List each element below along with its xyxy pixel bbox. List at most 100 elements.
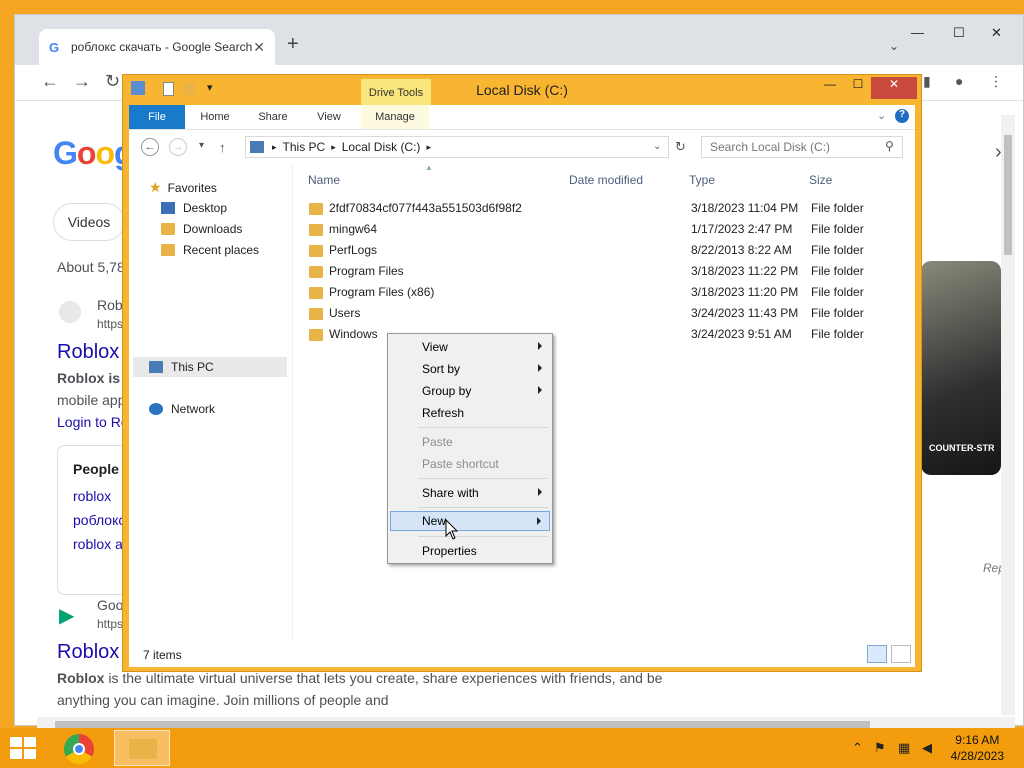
folder-icon [309, 265, 323, 278]
search-input[interactable]: Search Local Disk (C:) [701, 136, 903, 158]
submenu-arrow-icon [537, 517, 541, 525]
nav-network[interactable]: Network [149, 402, 215, 416]
browser-menu-icon[interactable]: ⋮ [989, 73, 1003, 90]
submenu-arrow-icon [538, 488, 542, 496]
file-row[interactable]: Program Files (x86) 3/18/2023 11:20 PM Fi… [309, 285, 909, 299]
profile-avatar-icon[interactable]: ● [955, 73, 963, 89]
submenu-arrow-icon [538, 386, 542, 394]
action-center-flag-icon[interactable]: ⚑ [874, 740, 886, 756]
column-header-name[interactable]: Name [308, 173, 340, 187]
column-header-type[interactable]: Type [689, 173, 715, 187]
tab-home[interactable]: Home [189, 105, 241, 129]
recent-locations-dropdown-icon[interactable]: ▾ [199, 140, 204, 151]
search-icon[interactable]: ⚲ [885, 139, 894, 153]
system-clock[interactable]: 9:16 AM 4/28/2023 [951, 732, 1004, 764]
new-tab-button[interactable]: + [287, 33, 299, 56]
back-button[interactable]: ← [41, 71, 59, 92]
menu-item-paste[interactable]: Paste [390, 432, 550, 452]
downloads-folder-icon [161, 223, 175, 235]
menu-item-view[interactable]: View [390, 337, 550, 357]
file-row[interactable]: PerfLogs 8/22/2013 8:22 AM File folder [309, 243, 909, 257]
menu-item-new[interactable]: New [390, 511, 550, 531]
side-panel-icon[interactable]: ▮ [923, 73, 931, 90]
taskbar: ⌃ ⚑ ▦ ◀ 9:16 AM 4/28/2023 [0, 728, 1024, 768]
forward-button[interactable]: → [73, 71, 91, 92]
menu-item-properties[interactable]: Properties [390, 541, 550, 561]
nav-desktop[interactable]: Desktop [161, 201, 227, 215]
menu-separator [418, 427, 548, 428]
refresh-icon[interactable]: ↻ [675, 139, 686, 155]
chrome-taskbar-icon[interactable] [52, 730, 108, 766]
browser-maximize-button[interactable]: ☐ [953, 25, 965, 41]
tab-search-button[interactable]: ⌄ [889, 39, 899, 53]
address-bar[interactable]: ▸ This PC ▸ Local Disk (C:) ▸ [245, 136, 669, 158]
tab-file[interactable]: File [129, 105, 185, 129]
back-arrow-icon[interactable]: ← [141, 138, 159, 156]
forward-arrow-icon[interactable]: → [169, 138, 187, 156]
browser-close-button[interactable]: ✕ [991, 25, 1002, 41]
file-row[interactable]: Users 3/24/2023 11:43 PM File folder [309, 306, 909, 320]
breadcrumb-separator-icon: ▸ [272, 141, 277, 152]
menu-separator [418, 536, 548, 537]
game-thumbnail[interactable]: COUNTER-STR [921, 261, 1001, 475]
desktop-icon [161, 202, 175, 214]
nav-favorites[interactable]: ★ Favorites [149, 179, 217, 196]
google-favicon-icon: G [49, 40, 60, 55]
breadcrumb-this-pc[interactable]: This PC [283, 140, 326, 154]
network-tray-icon[interactable]: ▦ [898, 740, 910, 756]
menu-item-refresh[interactable]: Refresh [390, 403, 550, 423]
details-view-icon[interactable] [867, 645, 887, 663]
ribbon-expand-icon[interactable]: ⌄ [877, 109, 886, 122]
nav-this-pc[interactable]: This PC [149, 360, 214, 374]
tab-view[interactable]: View [303, 105, 355, 129]
videos-filter-chip[interactable]: Videos [53, 203, 125, 241]
browser-tab[interactable]: G роблокс скачать - Google Search ✕ [39, 29, 275, 65]
network-icon [149, 403, 163, 415]
breadcrumb-local-disk[interactable]: Local Disk (C:) [342, 140, 421, 154]
submenu-arrow-icon [538, 364, 542, 372]
game-thumbnail-label: COUNTER-STR [929, 443, 995, 453]
explorer-close-button[interactable]: ✕ [871, 77, 917, 99]
explorer-minimize-button[interactable]: — [817, 77, 843, 99]
nav-recent-places[interactable]: Recent places [161, 243, 259, 257]
breadcrumb-separator-icon: ▸ [426, 141, 431, 152]
column-header-size[interactable]: Size [809, 173, 832, 187]
help-icon[interactable]: ? [895, 109, 909, 123]
up-arrow-icon[interactable]: ↑ [219, 140, 226, 155]
sort-ascending-icon: ▲ [425, 163, 433, 172]
menu-item-group-by[interactable]: Group by [390, 381, 550, 401]
related-search-item[interactable]: roblox a [73, 536, 123, 552]
file-explorer-taskbar-icon[interactable] [114, 730, 170, 766]
computer-icon [149, 361, 163, 373]
show-hidden-icons-icon[interactable]: ⌃ [852, 740, 863, 756]
submenu-arrow-icon [538, 342, 542, 350]
column-header-date[interactable]: Date modified [569, 173, 643, 187]
file-row[interactable]: 2fdf70834cf077f443a551503d6f98f2 3/18/20… [309, 201, 909, 215]
file-row[interactable]: mingw64 1/17/2023 2:47 PM File folder [309, 222, 909, 236]
related-search-item[interactable]: roblox [73, 488, 111, 504]
menu-item-paste-shortcut[interactable]: Paste shortcut [390, 454, 550, 474]
reload-button[interactable]: ↻ [105, 71, 120, 92]
menu-item-share-with[interactable]: Share with [390, 483, 550, 503]
browser-minimize-button[interactable]: — [911, 25, 924, 40]
tab-manage[interactable]: Manage [361, 105, 429, 129]
address-dropdown-icon[interactable]: ⌄ [653, 141, 661, 152]
explorer-title-bar[interactable]: ▾ Local Disk (C:) Drive Tools — ☐ ✕ [123, 75, 921, 109]
google-logo[interactable]: Goog [53, 135, 134, 172]
tab-share[interactable]: Share [247, 105, 299, 129]
large-icons-view-icon[interactable] [891, 645, 911, 663]
close-tab-icon[interactable]: ✕ [253, 39, 265, 56]
volume-muted-icon[interactable]: ◀ [922, 740, 932, 756]
related-search-item[interactable]: роблокс [73, 512, 125, 528]
file-row[interactable]: Program Files 3/18/2023 11:22 PM File fol… [309, 264, 909, 278]
star-icon: ★ [149, 179, 162, 195]
vertical-scrollbar[interactable] [1001, 115, 1015, 715]
result-sitelink[interactable]: Login to Ro [57, 414, 129, 430]
nav-downloads[interactable]: Downloads [161, 222, 242, 236]
explorer-maximize-button[interactable]: ☐ [845, 77, 871, 99]
results-count: About 5,78 [57, 259, 125, 275]
result-title-link[interactable]: Roblox [57, 341, 119, 364]
menu-item-sort-by[interactable]: Sort by [390, 359, 550, 379]
windows-start-icon[interactable] [10, 737, 38, 761]
result-title-link[interactable]: Roblox [57, 641, 119, 664]
